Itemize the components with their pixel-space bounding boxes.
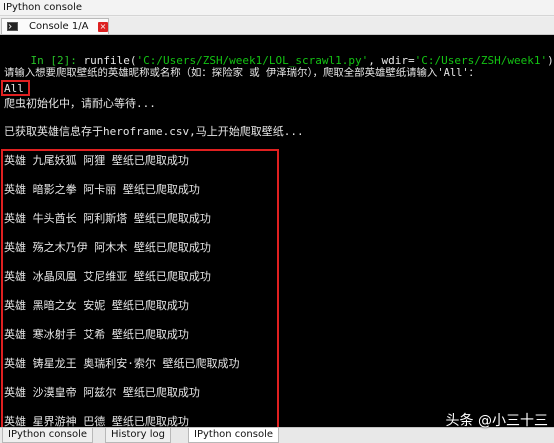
user-input-value: All (4, 82, 24, 95)
tab-console-1a[interactable]: Console 1/A × (1, 18, 109, 34)
input-prompt: In [2]: (30, 54, 77, 67)
result-line: 英雄 寒冰射手 艾希 壁纸已爬取成功 (4, 328, 189, 341)
result-line: 英雄 九尾妖狐 阿狸 壁纸已爬取成功 (4, 154, 189, 167)
command-text-pre: runfile( (76, 54, 137, 67)
result-line: 英雄 沙漠皇帝 阿兹尔 壁纸已爬取成功 (4, 386, 200, 399)
command-arg-wdir: 'C:/Users/ZSH/week1' (414, 54, 548, 67)
tab-label: Console 1/A (29, 21, 89, 32)
ask-line: 请输入想要爬取壁纸的英雄昵称或名称（如：探险家 或 伊泽瑞尔），爬取全部英雄壁纸… (4, 67, 479, 79)
command-text-post: ) (547, 54, 554, 67)
console-tabbar: Console 1/A × (0, 17, 554, 35)
saved-info-line: 已获取英雄信息存于heroframe.csv,马上开始爬取壁纸... (4, 125, 304, 138)
console-output[interactable]: In [2]: runfile('C:/Users/ZSH/week1/LOL_… (0, 35, 554, 427)
bottom-tab-ipython-console-active[interactable]: IPython console (188, 428, 280, 443)
command-arg-file: 'C:/Users/ZSH/week1/LOL_scrawl1.py' (136, 54, 369, 67)
close-icon[interactable]: × (98, 22, 108, 32)
result-line: 英雄 暗影之拳 阿卡丽 壁纸已爬取成功 (4, 183, 200, 196)
result-line: 英雄 黑暗之女 安妮 壁纸已爬取成功 (4, 299, 189, 312)
result-line: 英雄 牛头酋长 阿利斯塔 壁纸已爬取成功 (4, 212, 211, 225)
window-title: IPython console (0, 0, 554, 16)
console-icon (7, 22, 18, 31)
bottom-tab-ipython-console[interactable]: IPython console (2, 428, 94, 443)
result-line: 英雄 殇之木乃伊 阿木木 壁纸已爬取成功 (4, 241, 211, 254)
result-line: 英雄 星界游神 巴德 壁纸已爬取成功 (4, 415, 189, 427)
init-line: 爬虫初始化中，请耐心等待... (4, 97, 156, 110)
watermark-text: 头条 @小三十三 (445, 413, 548, 429)
bottom-tab-history-log[interactable]: History log (105, 428, 171, 443)
command-line: In [2]: runfile('C:/Users/ZSH/week1/LOL_… (4, 41, 554, 67)
result-line: 英雄 铸星龙王 奥瑞利安·索尔 壁纸已爬取成功 (4, 357, 240, 370)
result-line: 英雄 冰晶凤凰 艾尼维亚 壁纸已爬取成功 (4, 270, 211, 283)
command-text-mid: , wdir= (368, 54, 415, 67)
